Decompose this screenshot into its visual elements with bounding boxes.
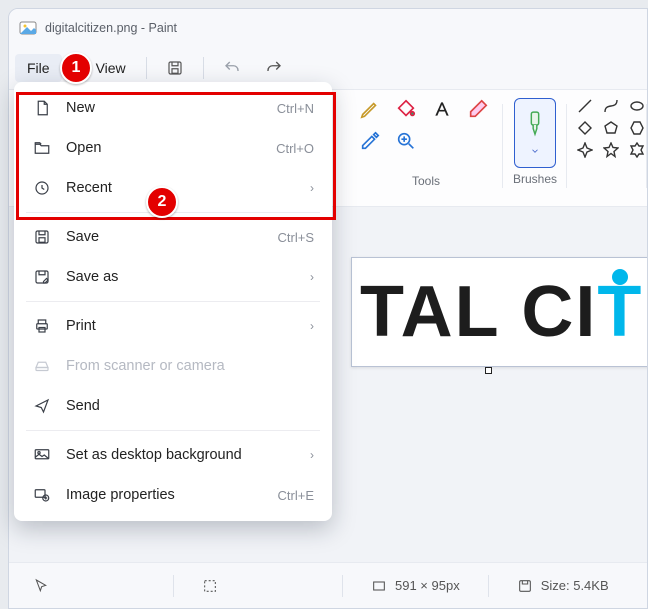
menu-item-label: New (66, 100, 263, 116)
scanner-icon (32, 356, 52, 376)
menu-item-label: Send (66, 398, 314, 414)
chevron-right-icon: › (310, 448, 314, 462)
group-tools-label: Tools (412, 174, 440, 188)
menu-item-set-as-desktop-background[interactable]: Set as desktop background › (20, 435, 326, 475)
statusbar: 591 × 95px Size: 5.4KB (9, 562, 647, 608)
menu-item-label: Save as (66, 269, 296, 285)
menu-item-label: Image properties (66, 487, 264, 503)
desktop-bg-icon (32, 445, 52, 465)
menu-separator (26, 301, 320, 302)
chevron-right-icon: › (310, 270, 314, 284)
menu-item-new[interactable]: New Ctrl+N (20, 88, 326, 128)
menu-item-save[interactable]: Save Ctrl+S (20, 217, 326, 257)
save-as-icon (32, 267, 52, 287)
menu-item-send[interactable]: Send (20, 386, 326, 426)
chevron-right-icon: › (310, 319, 314, 333)
send-icon (32, 396, 52, 416)
selection-icon (202, 578, 218, 594)
dimensions-icon (371, 578, 387, 594)
brushes-button[interactable] (514, 98, 556, 168)
menu-item-label: Recent (66, 180, 296, 196)
dimensions-value: 591 × 95px (395, 578, 460, 593)
canvas[interactable]: TAL CIT (351, 257, 647, 367)
callout-badge-2: 2 (146, 186, 178, 218)
dimensions-segment: 591 × 95px (359, 578, 472, 594)
hexagon-shape-icon[interactable] (629, 120, 645, 136)
divider (203, 57, 204, 79)
window-title: digitalcitizen.png - Paint (45, 21, 177, 35)
menu-item-label: Set as desktop background (66, 447, 296, 463)
star5-shape-icon[interactable] (603, 142, 619, 158)
disk-icon (517, 578, 533, 594)
menu-item-shortcut: Ctrl+E (278, 488, 314, 503)
save-icon (32, 227, 52, 247)
chevron-right-icon: › (310, 181, 314, 195)
menu-item-label: Save (66, 229, 264, 245)
menu-item-from-scanner-or-camera: From scanner or camera (20, 346, 326, 386)
line-shape-icon[interactable] (577, 98, 593, 114)
text-tool-icon[interactable] (431, 98, 453, 120)
clock-icon (32, 178, 52, 198)
save-quick-button[interactable] (155, 51, 195, 85)
zoom-tool-icon[interactable] (395, 130, 417, 152)
group-brushes: Brushes (503, 96, 567, 206)
menu-item-shortcut: Ctrl+S (278, 230, 314, 245)
oval-shape-icon[interactable] (629, 98, 645, 114)
menu-item-save-as[interactable]: Save as › (20, 257, 326, 297)
star4-shape-icon[interactable] (577, 142, 593, 158)
menu-item-print[interactable]: Print › (20, 306, 326, 346)
star6-shape-icon[interactable] (629, 142, 645, 158)
group-brushes-label: Brushes (513, 172, 557, 186)
menu-item-label: Open (66, 140, 262, 156)
divider (146, 57, 147, 79)
menu-item-image-properties[interactable]: Image properties Ctrl+E (20, 475, 326, 515)
pentagon-shape-icon[interactable] (603, 120, 619, 136)
fill-tool-icon[interactable] (395, 98, 417, 120)
selection-size-segment (190, 578, 230, 594)
menu-item-shortcut: Ctrl+N (277, 101, 314, 116)
menu-file[interactable]: File (15, 54, 62, 82)
menu-item-label: Print (66, 318, 296, 334)
menu-item-label: From scanner or camera (66, 358, 314, 374)
undo-button[interactable] (212, 51, 252, 85)
group-tools: Tools (349, 96, 503, 206)
picker-tool-icon[interactable] (359, 130, 381, 152)
pencil-tool-icon[interactable] (359, 98, 381, 120)
redo-button[interactable] (254, 51, 294, 85)
menu-separator (26, 430, 320, 431)
app-icon (19, 19, 37, 37)
selection-handle[interactable] (485, 367, 492, 374)
file-menu-dropdown: NewCtrl+NOpenCtrl+ORecent›SaveCtrl+SSave… (14, 82, 332, 521)
file-size-value: Size: 5.4KB (541, 578, 609, 593)
eraser-tool-icon[interactable] (467, 98, 489, 120)
curve-shape-icon[interactable] (603, 98, 619, 114)
cursor-icon (33, 578, 49, 594)
menu-item-open[interactable]: Open Ctrl+O (20, 128, 326, 168)
group-shapes (567, 96, 647, 206)
folder-open-icon (32, 138, 52, 158)
callout-badge-1: 1 (60, 52, 92, 84)
print-icon (32, 316, 52, 336)
menu-item-shortcut: Ctrl+O (276, 141, 314, 156)
titlebar: digitalcitizen.png - Paint (9, 9, 647, 47)
canvas-content-text: TAL CIT (360, 271, 643, 353)
properties-icon (32, 485, 52, 505)
diamond-shape-icon[interactable] (577, 120, 593, 136)
file-new-icon (32, 98, 52, 118)
file-size-segment: Size: 5.4KB (505, 578, 621, 594)
cursor-pos-segment (21, 578, 61, 594)
